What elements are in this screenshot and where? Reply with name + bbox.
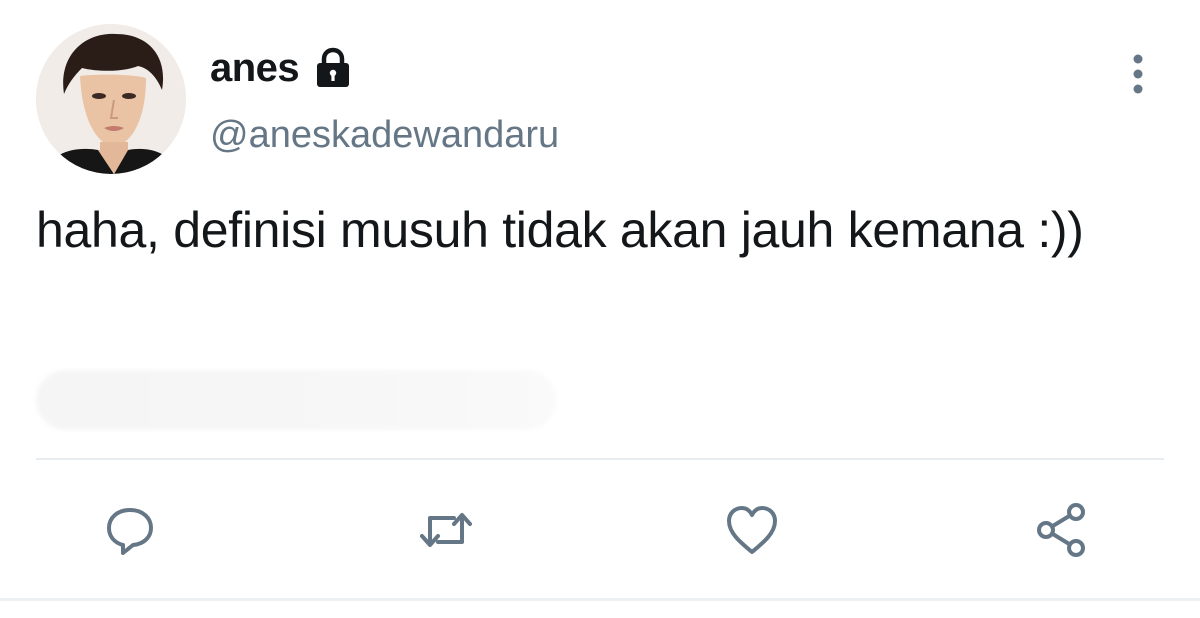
redacted-area [36,370,556,430]
like-button[interactable] [720,498,784,562]
heart-icon [727,506,777,554]
avatar[interactable] [36,24,186,174]
avatar-photo [36,24,186,174]
tweet-actions [0,490,1200,570]
tweet-text: haha, definisi musuh tidak akan jauh kem… [36,202,1084,258]
share-button[interactable] [1030,498,1094,562]
name-row: anes [210,42,355,94]
comment-icon [107,508,153,555]
bottom-divider [0,598,1200,601]
user-handle[interactable]: @aneskadewandaru [210,114,559,157]
share-icon [1037,503,1085,557]
display-name[interactable]: anes [210,46,300,91]
retweet-button[interactable] [414,498,478,562]
more-options-icon[interactable] [1118,50,1158,98]
retweet-icon [420,513,472,547]
lock-icon [311,46,355,90]
reply-button[interactable] [98,498,162,562]
divider [36,458,1164,460]
